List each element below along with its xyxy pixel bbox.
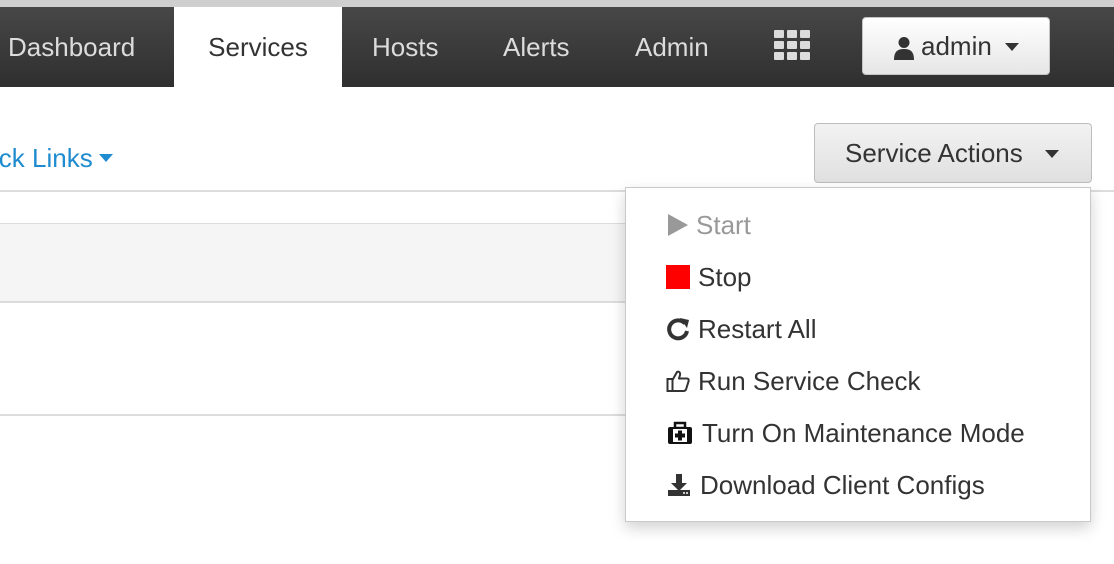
menu-item-download-client-configs[interactable]: Download Client Configs	[626, 460, 1090, 512]
top-border	[0, 0, 1114, 7]
chevron-down-icon	[98, 154, 113, 163]
medkit-icon	[668, 421, 692, 444]
panel-header	[0, 224, 640, 301]
download-icon	[668, 474, 690, 496]
service-actions-button[interactable]: Service Actions	[814, 123, 1092, 183]
panel-bottom-border	[0, 414, 640, 416]
quick-links-label: ick Links	[0, 143, 93, 173]
menu-item-run-service-check[interactable]: Run Service Check	[626, 356, 1090, 408]
menu-item-label: Stop	[698, 262, 752, 292]
menu-item-label: Restart All	[698, 314, 817, 344]
stop-icon	[666, 265, 690, 289]
thumbs-up-icon	[666, 370, 690, 392]
nav-dashboard[interactable]: Dashboard	[8, 7, 135, 87]
grid-icon[interactable]	[774, 30, 812, 60]
menu-item-restart-all[interactable]: Restart All	[626, 304, 1090, 356]
menu-item-label: Start	[696, 210, 751, 240]
nav-hosts[interactable]: Hosts	[372, 7, 438, 87]
service-actions-menu: Start Stop Restart All Run Service Check…	[625, 187, 1091, 522]
service-actions-label: Service Actions	[845, 138, 1023, 168]
quick-links-dropdown[interactable]: ick Links	[0, 143, 113, 174]
chevron-down-icon	[1005, 43, 1019, 51]
refresh-icon	[667, 318, 689, 341]
menu-item-maintenance-mode[interactable]: Turn On Maintenance Mode	[626, 408, 1090, 460]
nav-alerts[interactable]: Alerts	[503, 7, 569, 87]
chevron-down-icon	[1045, 150, 1059, 158]
panel-divider	[0, 301, 640, 303]
play-icon	[668, 214, 688, 236]
nav-services[interactable]: Services	[174, 7, 342, 87]
nav-admin[interactable]: Admin	[635, 7, 709, 87]
user-name: admin	[921, 31, 992, 61]
user-icon	[894, 37, 914, 60]
user-menu-button[interactable]: admin	[862, 17, 1050, 75]
menu-item-start[interactable]: Start	[626, 200, 1090, 252]
top-navbar: Dashboard Services Hosts Alerts Admin ad…	[0, 7, 1114, 87]
menu-item-stop[interactable]: Stop	[626, 252, 1090, 304]
menu-item-label: Run Service Check	[698, 366, 921, 396]
menu-item-label: Turn On Maintenance Mode	[702, 418, 1025, 448]
menu-item-label: Download Client Configs	[700, 470, 985, 500]
